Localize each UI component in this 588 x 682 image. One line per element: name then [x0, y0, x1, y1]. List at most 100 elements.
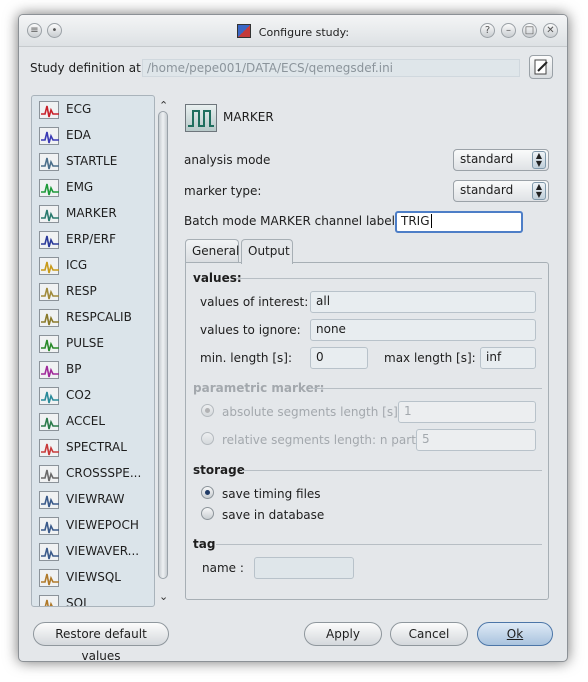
absolute-segments-radio[interactable] — [201, 404, 214, 417]
relative-segments-radio[interactable] — [201, 432, 214, 445]
marker-type-value: standard — [460, 183, 514, 197]
cancel-button[interactable]: Cancel — [390, 622, 468, 646]
list-item[interactable]: RESPCALIB — [35, 306, 153, 330]
list-item[interactable]: ERP/ERF — [35, 228, 153, 252]
min-length-input[interactable]: 0 — [310, 347, 368, 369]
list-item[interactable]: CO2 — [35, 384, 153, 408]
eda-icon — [39, 127, 59, 145]
marker-icon — [39, 205, 59, 223]
co2-icon — [39, 387, 59, 405]
batch-label-value: TRIG — [401, 214, 430, 228]
startle-icon — [39, 153, 59, 171]
list-item-label: RESPCALIB — [66, 310, 132, 324]
edit-icon — [534, 59, 548, 75]
list-item[interactable]: EMG — [35, 176, 153, 200]
output-tab-panel: values: values of interest: all values t… — [185, 262, 549, 600]
list-item[interactable]: MARKER — [35, 202, 153, 226]
restore-defaults-button[interactable]: Restore default values — [33, 622, 169, 661]
minimize-icon[interactable]: – — [501, 23, 516, 38]
emg-icon — [39, 179, 59, 197]
study-definition-label: Study definition at: — [30, 61, 145, 75]
list-item[interactable]: ECG — [35, 98, 153, 122]
list-item[interactable]: SQL — [35, 592, 153, 607]
crossspectral-icon — [39, 465, 59, 483]
accel-icon — [39, 413, 59, 431]
list-item[interactable]: VIEWAVER... — [35, 540, 153, 564]
list-item-label: MARKER — [66, 206, 117, 220]
ok-button[interactable]: Ok — [477, 622, 553, 646]
save-in-database-radio[interactable] — [201, 507, 214, 520]
save-timing-files-label: save timing files — [222, 487, 321, 501]
list-item-label: ERP/ERF — [66, 232, 117, 246]
edit-path-button[interactable] — [529, 55, 553, 79]
list-item-label: VIEWEPOCH — [66, 518, 139, 532]
list-item-label: EDA — [66, 128, 91, 142]
viewaverage-icon — [39, 543, 59, 561]
absolute-segments-label: absolute segments length [s]: — [222, 405, 402, 419]
list-item[interactable]: BP — [35, 358, 153, 382]
study-path-field: /home/pepe001/DATA/ECS/qemegsdef.ini — [142, 59, 520, 77]
list-item[interactable]: PULSE — [35, 332, 153, 356]
pulse-icon — [39, 335, 59, 353]
list-item[interactable]: SPECTRAL — [35, 436, 153, 460]
batch-label-label: Batch mode MARKER channel label: — [184, 214, 400, 228]
max-length-label: max length [s]: — [384, 351, 476, 365]
analysis-mode-select[interactable]: standard ▲ ▼ — [453, 149, 549, 171]
text-cursor — [430, 214, 432, 228]
list-item[interactable]: CROSSSPE... — [35, 462, 153, 486]
list-item[interactable]: EDA — [35, 124, 153, 148]
values-of-interest-label: values of interest: — [200, 295, 309, 309]
values-of-interest-input[interactable]: all — [310, 291, 536, 313]
help-icon[interactable]: ? — [480, 23, 495, 38]
cancel-button-label: Cancel — [408, 627, 450, 641]
tag-name-input[interactable] — [254, 557, 354, 579]
scroll-down-icon[interactable]: ⌄ — [159, 590, 168, 603]
values-to-ignore-input[interactable]: none — [310, 319, 536, 341]
configure-study-dialog: ≡ • Configure study: ? – □ ✕ Study defin… — [18, 14, 568, 662]
list-scroll-thumb[interactable] — [158, 111, 168, 579]
list-item[interactable]: ICG — [35, 254, 153, 278]
parametric-marker-title: parametric marker: — [193, 381, 325, 395]
list-item[interactable]: STARTLE — [35, 150, 153, 174]
viewsql-icon — [39, 569, 59, 587]
list-item[interactable]: VIEWEPOCH — [35, 514, 153, 538]
list-item[interactable]: VIEWRAW — [35, 488, 153, 512]
module-list[interactable]: ECG EDA STARTLE EMG MARKER ERP/ERF ICG RESP RESP… — [31, 95, 155, 607]
values-to-ignore-label: values to ignore: — [200, 323, 301, 337]
tab-output[interactable]: Output — [241, 239, 293, 264]
marker-header-icon — [185, 104, 217, 132]
resp-icon — [39, 283, 59, 301]
spectral-icon — [39, 439, 59, 457]
list-item[interactable]: RESP — [35, 280, 153, 304]
list-item-label: SQL — [66, 596, 90, 607]
module-title: MARKER — [223, 110, 274, 124]
list-item-label: ECG — [66, 102, 92, 116]
absolute-segments-input[interactable]: 1 — [398, 401, 536, 423]
apply-button-label: Apply — [326, 627, 360, 641]
batch-label-input[interactable]: TRIG — [395, 211, 523, 233]
relative-segments-label: relative segments length: n parts: — [222, 433, 427, 447]
maximize-icon[interactable]: □ — [522, 23, 537, 38]
list-item[interactable]: VIEWSQL — [35, 566, 153, 590]
app-icon — [236, 24, 251, 38]
bp-icon — [39, 361, 59, 379]
relative-segments-input[interactable]: 5 — [416, 429, 536, 451]
sql-icon — [39, 595, 59, 606]
list-item-label: EMG — [66, 180, 94, 194]
analysis-mode-label: analysis mode — [184, 153, 271, 167]
apply-button[interactable]: Apply — [304, 622, 382, 646]
marker-type-select[interactable]: standard ▲ ▼ — [453, 180, 549, 202]
title-bar[interactable]: ≡ • Configure study: ? – □ ✕ — [19, 15, 567, 47]
ok-button-label: Ok — [506, 627, 524, 641]
analysis-mode-value: standard — [460, 152, 514, 166]
list-item[interactable]: ACCEL — [35, 410, 153, 434]
marker-type-label: marker type: — [184, 184, 262, 198]
tab-general[interactable]: General — [185, 239, 239, 263]
close-icon[interactable]: ✕ — [543, 23, 558, 38]
list-item-label: SPECTRAL — [66, 440, 127, 454]
max-length-input[interactable]: inf — [480, 347, 536, 369]
respcalib-icon — [39, 309, 59, 327]
list-item-label: ICG — [66, 258, 88, 272]
save-timing-files-radio[interactable] — [201, 486, 214, 499]
list-item-label: RESP — [66, 284, 97, 298]
